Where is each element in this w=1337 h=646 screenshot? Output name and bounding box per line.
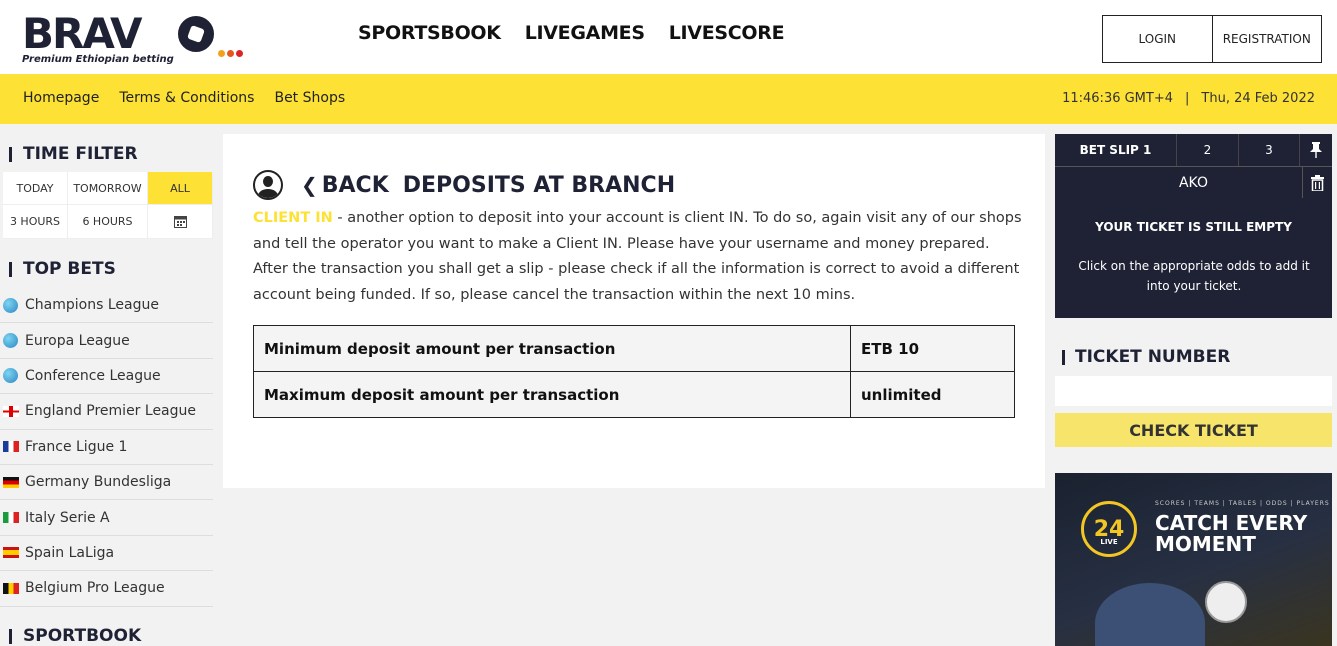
- soccer-ball-icon: [1205, 581, 1247, 623]
- league-item[interactable]: Belgium Pro League: [0, 571, 213, 607]
- check-ticket-button[interactable]: CHECK TICKET: [1055, 413, 1332, 447]
- tab-bet-slip-2[interactable]: 2: [1177, 134, 1239, 166]
- auth-buttons: LOGIN REGISTRATION: [1102, 15, 1322, 63]
- empty-ticket-panel: YOUR TICKET IS STILL EMPTY Click on the …: [1055, 198, 1332, 318]
- league-item[interactable]: Germany Bundesliga: [0, 465, 213, 501]
- promo-banner[interactable]: 24 LIVE SCORES | TEAMS | TABLES | ODDS | …: [1055, 473, 1332, 646]
- description-text: - another option to deposit into your ac…: [253, 210, 1022, 303]
- ticket-number-title: TICKET NUMBER: [1055, 347, 1332, 367]
- league-name: France Ligue 1: [25, 438, 128, 455]
- england-flag-icon: [3, 405, 19, 417]
- top-bets-list: Champions League Europa League Conferenc…: [0, 288, 213, 607]
- limit-label: Minimum deposit amount per transaction: [253, 325, 851, 372]
- italy-flag-icon: [3, 512, 19, 524]
- league-item[interactable]: Spain LaLiga: [0, 536, 213, 572]
- logo-wordmark: BRAV: [22, 9, 143, 58]
- limit-value: unlimited: [850, 371, 1015, 418]
- login-button[interactable]: LOGIN: [1103, 16, 1212, 62]
- nav-terms-conditions[interactable]: Terms & Conditions: [119, 90, 254, 106]
- league-name: Conference League: [25, 367, 161, 384]
- globe-icon: [3, 368, 18, 384]
- user-icon: [253, 170, 283, 200]
- player-image: [1095, 583, 1205, 646]
- empty-ticket-title: YOUR TICKET IS STILL EMPTY: [1095, 220, 1292, 234]
- promo-small-text: SCORES | TEAMS | TABLES | ODDS | PLAYERS: [1155, 500, 1330, 507]
- league-name: Italy Serie A: [25, 509, 110, 526]
- 24-live-badge: 24 LIVE: [1081, 501, 1137, 557]
- nav-homepage[interactable]: Homepage: [23, 90, 99, 106]
- time-filter-3-hours[interactable]: 3 HOURS: [3, 205, 68, 239]
- league-item[interactable]: England Premier League: [0, 394, 213, 430]
- belgium-flag-icon: [3, 582, 19, 594]
- registration-button[interactable]: REGISTRATION: [1211, 16, 1322, 62]
- clock: 11:46:36 GMT+4 | Thu, 24 Feb 2022: [1062, 91, 1315, 106]
- table-row: Maximum deposit amount per transaction u…: [253, 371, 1015, 418]
- page-header: ❮ BACK DEPOSITS AT BRANCH: [253, 170, 675, 200]
- league-item[interactable]: Europa League: [0, 323, 213, 359]
- main-content: ❮ BACK DEPOSITS AT BRANCH CLIENT IN - ano…: [223, 134, 1045, 488]
- clock-time: 11:46:36 GMT+4: [1062, 91, 1174, 106]
- back-button[interactable]: ❮ BACK: [301, 173, 389, 198]
- ticket-number-input[interactable]: [1055, 376, 1332, 406]
- badge-sub: LIVE: [1100, 538, 1118, 546]
- league-name: England Premier League: [25, 403, 197, 420]
- sportbook-title: SPORTBOOK: [0, 626, 213, 646]
- nav-sportsbook[interactable]: SPORTSBOOK: [358, 22, 501, 44]
- tab-bet-slip-1[interactable]: BET SLIP 1: [1055, 134, 1177, 166]
- league-item[interactable]: Italy Serie A: [0, 500, 213, 536]
- league-name: Belgium Pro League: [25, 580, 165, 597]
- clock-separator: |: [1185, 91, 1190, 106]
- time-filter-today[interactable]: TODAY: [3, 172, 68, 205]
- empty-ticket-text: Click on the appropriate odds to add it …: [1078, 259, 1310, 293]
- spain-flag-icon: [3, 547, 19, 559]
- nav-livegames[interactable]: LIVEGAMES: [525, 22, 645, 44]
- nav-livescore[interactable]: LIVESCORE: [669, 22, 785, 44]
- league-item[interactable]: France Ligue 1: [0, 430, 213, 465]
- sub-nav-links: Homepage Terms & Conditions Bet Shops: [23, 90, 345, 106]
- league-name: Europa League: [25, 332, 130, 349]
- pin-icon[interactable]: [1300, 134, 1332, 166]
- time-filter-all[interactable]: ALL: [148, 172, 213, 205]
- time-filter-6-hours[interactable]: 6 HOURS: [68, 205, 148, 239]
- germany-flag-icon: [3, 476, 19, 488]
- clock-date: Thu, 24 Feb 2022: [1201, 91, 1315, 106]
- limit-label: Maximum deposit amount per transaction: [253, 371, 851, 418]
- time-filter-tomorrow[interactable]: TOMORROW: [68, 172, 148, 205]
- league-name: Germany Bundesliga: [25, 474, 172, 491]
- logo-dots: [218, 42, 245, 61]
- globe-icon: [3, 333, 18, 349]
- back-label: BACK: [321, 172, 389, 198]
- left-sidebar: TIME FILTER TODAY TOMORROW ALL 3 HOURS 6…: [0, 124, 213, 646]
- table-row: Minimum deposit amount per transaction E…: [253, 325, 1015, 372]
- chevron-left-icon: ❮: [301, 172, 318, 197]
- league-name: Champions League: [25, 297, 159, 314]
- deposit-limits-table: Minimum deposit amount per transaction E…: [253, 325, 1015, 418]
- limit-value: ETB 10: [850, 325, 1015, 372]
- league-item[interactable]: Conference League: [0, 359, 213, 395]
- league-name: Spain LaLiga: [25, 544, 115, 561]
- league-item[interactable]: Champions League: [0, 288, 213, 324]
- bet-slip-tabs: BET SLIP 1 2 3: [1055, 134, 1332, 166]
- tab-bet-slip-3[interactable]: 3: [1239, 134, 1300, 166]
- calendar-icon[interactable]: [148, 205, 213, 239]
- site-header: BRAV Premium Ethiopian betting SPORTSBOO…: [0, 0, 1337, 74]
- sub-nav-bar: Homepage Terms & Conditions Bet Shops 11…: [0, 74, 1337, 124]
- main-nav: SPORTSBOOK LIVEGAMES LIVESCORE: [358, 22, 785, 44]
- deposit-description: CLIENT IN - another option to deposit in…: [253, 206, 1023, 308]
- soccer-ball-icon: [178, 16, 214, 52]
- client-in-highlight: CLIENT IN: [253, 210, 333, 226]
- france-flag-icon: [3, 441, 19, 453]
- ticket-type-label: AKO: [1178, 174, 1208, 191]
- top-bets-title: TOP BETS: [0, 259, 213, 279]
- ticket-type: AKO: [1055, 166, 1332, 198]
- promo-headline: CATCH EVERY MOMENT: [1155, 511, 1308, 556]
- time-filter-grid: TODAY TOMORROW ALL 3 HOURS 6 HOURS: [3, 172, 213, 239]
- page-title: DEPOSITS AT BRANCH: [402, 172, 676, 198]
- logo-tagline: Premium Ethiopian betting: [22, 54, 174, 65]
- time-filter-title: TIME FILTER: [0, 144, 213, 164]
- globe-icon: [3, 297, 18, 313]
- nav-bet-shops[interactable]: Bet Shops: [274, 90, 345, 106]
- trash-icon[interactable]: [1302, 167, 1332, 198]
- brand-logo[interactable]: BRAV Premium Ethiopian betting: [22, 12, 252, 68]
